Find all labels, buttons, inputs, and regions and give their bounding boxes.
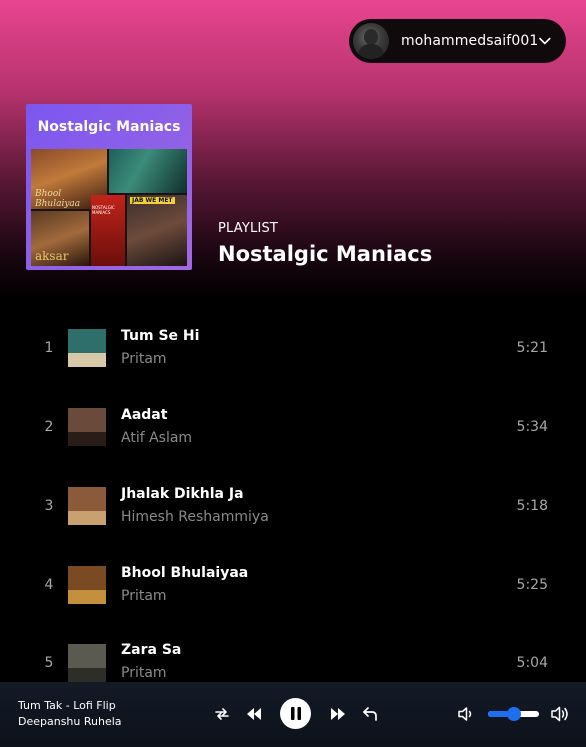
track-duration: 5:04 (516, 655, 548, 671)
page-title: Nostalgic Maniacs (218, 242, 433, 266)
fast-forward-icon (331, 708, 345, 720)
track-row[interactable]: 1 Tum Se Hi Pritam 5:21 (0, 310, 586, 370)
track-title: Jhalak Dikhla Ja (121, 486, 244, 502)
track-duration: 5:21 (516, 340, 548, 356)
track-title: Bhool Bhulaiyaa (121, 565, 249, 581)
cover-tile (109, 149, 187, 193)
track-thumbnail (68, 408, 106, 446)
track-duration: 5:18 (516, 498, 548, 514)
undo-button[interactable] (360, 704, 380, 724)
volume-high-icon (551, 706, 568, 722)
pause-icon (290, 707, 301, 720)
username: mohammedsaif001 (401, 33, 539, 49)
volume-low-icon (458, 707, 472, 721)
cover-tile: JAB WE MET (127, 195, 187, 266)
track-duration: 5:25 (516, 577, 548, 593)
cover-tile-label: JAB WE MET (130, 197, 175, 204)
track-artist: Pritam (121, 588, 167, 604)
volume-slider[interactable] (488, 707, 539, 721)
track-row[interactable]: 3 Jhalak Dikhla Ja Himesh Reshammiya 5:1… (0, 468, 586, 528)
track-number: 1 (44, 340, 54, 356)
pause-button[interactable] (280, 698, 311, 729)
track-thumbnail (68, 487, 106, 525)
track-title: Tum Se Hi (121, 328, 200, 344)
now-playing-title[interactable]: Tum Tak - Lofi Flip (18, 699, 116, 712)
track-artist: Pritam (121, 351, 167, 367)
volume-up-button[interactable] (550, 704, 570, 724)
playlist-cover: Nostalgic Maniacs Bhool Bhulaiyaa aksar … (26, 104, 192, 270)
volume-down-button[interactable] (456, 704, 476, 724)
playlist-type-label: PLAYLIST (218, 221, 279, 236)
track-row[interactable]: 4 Bhool Bhulaiyaa Pritam 5:25 (0, 547, 586, 607)
track-thumbnail (68, 644, 106, 682)
track-number: 2 (44, 419, 54, 435)
now-playing-artist[interactable]: Deepanshu Ruhela (18, 715, 122, 728)
cover-collage: Bhool Bhulaiyaa aksar NOSTALGIC MANIACS … (31, 149, 187, 266)
track-row[interactable]: 2 Aadat Atif Aslam 5:34 (0, 389, 586, 449)
rewind-icon (247, 708, 261, 720)
track-row[interactable]: 5 Zara Sa Pritam 5:04 (0, 625, 586, 685)
volume-slider-handle[interactable] (506, 707, 521, 721)
track-number: 4 (44, 577, 54, 593)
cover-tile-label: aksar (35, 249, 69, 263)
cover-tile: aksar (31, 211, 89, 266)
track-thumbnail (68, 566, 106, 604)
undo-icon (363, 707, 377, 721)
track-thumbnail (68, 329, 106, 367)
user-menu-button[interactable]: mohammedsaif001 (349, 19, 566, 63)
repeat-icon (215, 708, 229, 720)
track-artist: Atif Aslam (121, 430, 193, 446)
cover-tile-label: NOSTALGIC MANIACS (92, 205, 115, 215)
track-title: Zara Sa (121, 642, 182, 658)
cover-tile: NOSTALGIC MANIACS (91, 195, 125, 266)
avatar (353, 23, 389, 59)
track-artist: Himesh Reshammiya (121, 509, 269, 525)
next-button[interactable] (328, 704, 348, 724)
player-bar: Tum Tak - Lofi Flip Deepanshu Ruhela (0, 682, 586, 747)
repeat-button[interactable] (212, 704, 232, 724)
track-duration: 5:34 (516, 419, 548, 435)
track-number: 3 (44, 498, 54, 514)
previous-button[interactable] (244, 704, 264, 724)
cover-title: Nostalgic Maniacs (37, 119, 181, 135)
chevron-down-icon (539, 37, 551, 45)
track-number: 5 (44, 655, 54, 671)
track-artist: Pritam (121, 665, 167, 681)
track-title: Aadat (121, 407, 168, 423)
